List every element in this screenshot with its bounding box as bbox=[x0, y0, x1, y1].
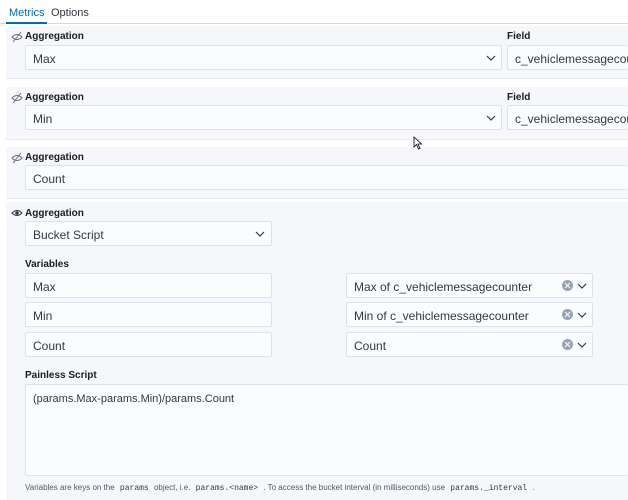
painless-script-editor[interactable]: (params.Max-params.Min)/params.Count bbox=[25, 384, 628, 476]
variable-metric: Min of c_vehiclemessagecounter bbox=[354, 309, 529, 323]
aggregation-select[interactable]: Min bbox=[25, 105, 502, 130]
chevron-down-icon bbox=[486, 55, 496, 61]
field-select[interactable]: c_vehiclemessagecounter bbox=[507, 45, 628, 70]
chevron-down-icon bbox=[486, 115, 496, 121]
aggregation-value: Bucket Script bbox=[33, 228, 104, 242]
variable-name: Min bbox=[33, 309, 53, 323]
aggregation-select[interactable]: Bucket Script bbox=[25, 221, 272, 246]
help-text: . To access the bucket interval (in mill… bbox=[263, 483, 446, 492]
help-text: Variables are keys on the bbox=[25, 483, 115, 492]
variable-name: Count bbox=[33, 339, 66, 353]
chevron-down-icon bbox=[577, 283, 587, 289]
painless-script-label: Painless Script bbox=[25, 370, 97, 381]
aggregation-select[interactable]: Max bbox=[25, 45, 502, 70]
field-value: c_vehiclemessagecounter bbox=[515, 52, 628, 66]
aggregation-select[interactable]: Count bbox=[25, 165, 628, 190]
tab-metrics[interactable]: Metrics bbox=[9, 7, 44, 19]
help-code: params bbox=[116, 484, 152, 493]
help-code: params.<name> bbox=[192, 484, 262, 493]
variable-metric: Max of c_vehiclemessagecounter bbox=[354, 280, 533, 294]
variable-name-input[interactable]: Min bbox=[25, 302, 272, 327]
eye-closed-icon[interactable] bbox=[11, 152, 23, 164]
tab-options[interactable]: Options bbox=[51, 7, 89, 19]
variables-help-text: Variables are keys on the params object,… bbox=[25, 483, 535, 493]
variable-name: Max bbox=[33, 280, 56, 294]
help-text: object, i.e. bbox=[153, 483, 191, 492]
chevron-down-icon bbox=[577, 342, 587, 348]
aggregation-panel-bucket-script: Aggregation Bucket Script Variables Max … bbox=[6, 202, 628, 500]
aggregation-label: Aggregation bbox=[25, 31, 84, 42]
field-value: c_vehiclemessagecounter bbox=[515, 112, 628, 126]
variable-metric-select[interactable]: Max of c_vehiclemessagecounter bbox=[346, 273, 593, 298]
chevron-down-icon bbox=[255, 231, 265, 237]
variable-metric: Count bbox=[354, 339, 387, 353]
aggregation-value: Min bbox=[33, 112, 53, 126]
active-tab-indicator bbox=[6, 22, 47, 24]
clear-icon[interactable] bbox=[562, 280, 573, 291]
help-code: params._interval bbox=[447, 484, 531, 493]
field-label: Field bbox=[507, 31, 531, 42]
aggregation-panel-count: Aggregation Count bbox=[6, 147, 628, 199]
aggregation-panel-min: Aggregation Min Field c_vehiclemessageco… bbox=[6, 87, 628, 140]
eye-icon[interactable] bbox=[11, 207, 23, 219]
variables-label: Variables bbox=[25, 259, 69, 270]
variable-metric-select[interactable]: Min of c_vehiclemessagecounter bbox=[346, 302, 593, 327]
variable-metric-select[interactable]: Count bbox=[346, 332, 593, 357]
aggregation-value: Max bbox=[33, 52, 56, 66]
eye-closed-icon[interactable] bbox=[11, 31, 23, 43]
aggregation-panel-max: Aggregation Max Field c_vehiclemessageco… bbox=[6, 26, 628, 79]
help-text: . bbox=[532, 483, 535, 492]
mouse-cursor-icon bbox=[413, 136, 423, 150]
aggregation-value: Count bbox=[33, 172, 66, 186]
variable-name-input[interactable]: Count bbox=[25, 332, 272, 357]
script-text: (params.Max-params.Min)/params.Count bbox=[33, 393, 235, 405]
field-label: Field bbox=[507, 92, 531, 103]
field-select[interactable]: c_vehiclemessagecounter bbox=[507, 105, 628, 130]
clear-icon[interactable] bbox=[562, 339, 573, 350]
chevron-down-icon bbox=[577, 312, 587, 318]
aggregation-label: Aggregation bbox=[25, 208, 84, 219]
variable-name-input[interactable]: Max bbox=[25, 273, 272, 298]
clear-icon[interactable] bbox=[562, 309, 573, 320]
aggregation-label: Aggregation bbox=[25, 152, 84, 163]
tab-bar: Metrics Options bbox=[0, 0, 628, 24]
eye-closed-icon[interactable] bbox=[11, 92, 23, 104]
aggregation-label: Aggregation bbox=[25, 92, 84, 103]
